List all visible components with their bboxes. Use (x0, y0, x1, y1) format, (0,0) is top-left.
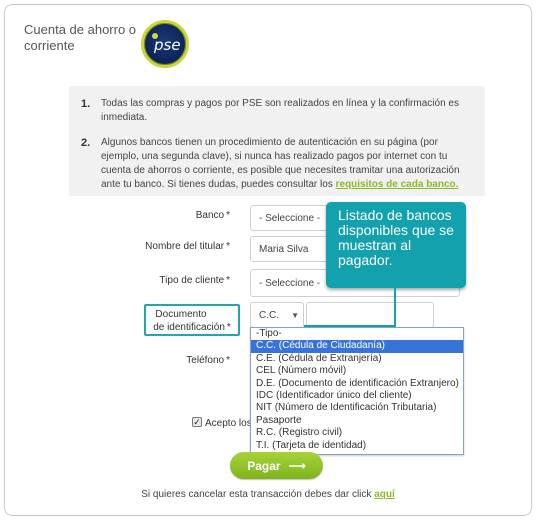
banco-label: Banco * (150, 210, 230, 221)
required-mark: * (226, 275, 230, 286)
dropdown-option[interactable]: R.C. (Registro civil) (251, 427, 463, 439)
required-mark: * (226, 241, 230, 252)
arrow-right-icon: ⟶ (288, 458, 306, 473)
pagar-button[interactable]: Pagar ⟶ (230, 452, 323, 479)
info-number: 2. (81, 137, 91, 149)
acepto-checkbox[interactable]: ✓ (192, 417, 202, 427)
pse-logo: pse (141, 20, 189, 68)
dropdown-option[interactable]: -Tipo- (251, 328, 463, 340)
required-mark: * (226, 355, 230, 366)
cancel-link[interactable]: aquí (374, 489, 395, 500)
required-mark: * (226, 322, 231, 333)
titular-input[interactable]: Maria Silva (250, 236, 330, 262)
titular-input-value: Maria Silva (259, 243, 309, 255)
dropdown-option[interactable]: NIT (Número de Identificación Tributaria… (251, 402, 463, 414)
cancel-text-body: Si quieres cancelar esta transacción deb… (141, 489, 375, 500)
required-mark: * (226, 210, 230, 221)
telefono-label: Teléfono * (150, 355, 230, 366)
documento-label-line1: Documento (155, 309, 207, 320)
info-number: 1. (81, 98, 91, 110)
documento-label: Documento (146, 308, 216, 321)
telefono-label-text: Teléfono (186, 355, 225, 366)
tipo-cliente-label-text: Tipo de cliente (159, 275, 225, 286)
callout-tooltip: Listado de bancos disponibles que se mue… (326, 202, 466, 288)
info-text: Todas las compras y pagos por PSE son re… (101, 98, 459, 123)
dropdown-option[interactable]: C.E. (Cédula de Extranjería) (251, 353, 463, 365)
callout-connector (394, 288, 396, 326)
logo-text: pse (154, 36, 181, 54)
dropdown-option[interactable]: IDC (Identificador único del cliente) (251, 390, 463, 402)
chevron-down-icon[interactable]: ▼ (291, 311, 299, 320)
dropdown-option[interactable]: CEL (Número móvil) (251, 365, 463, 377)
dropdown-option[interactable]: Pasaporte (251, 415, 463, 427)
dropdown-option-selected[interactable]: C.C. (Cédula de Ciudadanía) (251, 340, 463, 353)
dropdown-option[interactable]: T.I. (Tarjeta de identidad) (251, 440, 463, 452)
documento-label-line2: de identificación (153, 322, 225, 333)
tipo-cliente-select-value: - Seleccione - (259, 277, 321, 289)
tipo-cliente-label: Tipo de cliente * (140, 275, 230, 286)
dropdown-option[interactable]: D.E. (Documento de identificación Extran… (251, 378, 463, 390)
banco-select-value: - Seleccione - (259, 212, 321, 224)
documento-select-value: C.C. (259, 309, 279, 321)
documento-label-2: de identificación * (146, 321, 238, 334)
pagar-button-label: Pagar (247, 458, 281, 473)
acepto-label: Acepto los (205, 418, 252, 429)
info-box: 1. Todas las compras y pagos por PSE son… (69, 86, 485, 196)
info-text: Algunos bancos tienen un procedimiento d… (101, 136, 473, 192)
cancel-text: Si quieres cancelar esta transacción deb… (0, 489, 536, 500)
page-title: Cuenta de ahorro o corriente (24, 22, 137, 53)
documento-dropdown-list: -Tipo- C.C. (Cédula de Ciudadanía) C.E. … (250, 327, 464, 455)
titular-label: Nombre del titular * (130, 241, 230, 252)
documento-select[interactable]: C.C. ▼ (250, 302, 304, 328)
requisitos-link[interactable]: requisitos de cada banco. (336, 179, 459, 190)
titular-label-text: Nombre del titular (145, 241, 225, 252)
banco-label-text: Banco (195, 210, 225, 221)
